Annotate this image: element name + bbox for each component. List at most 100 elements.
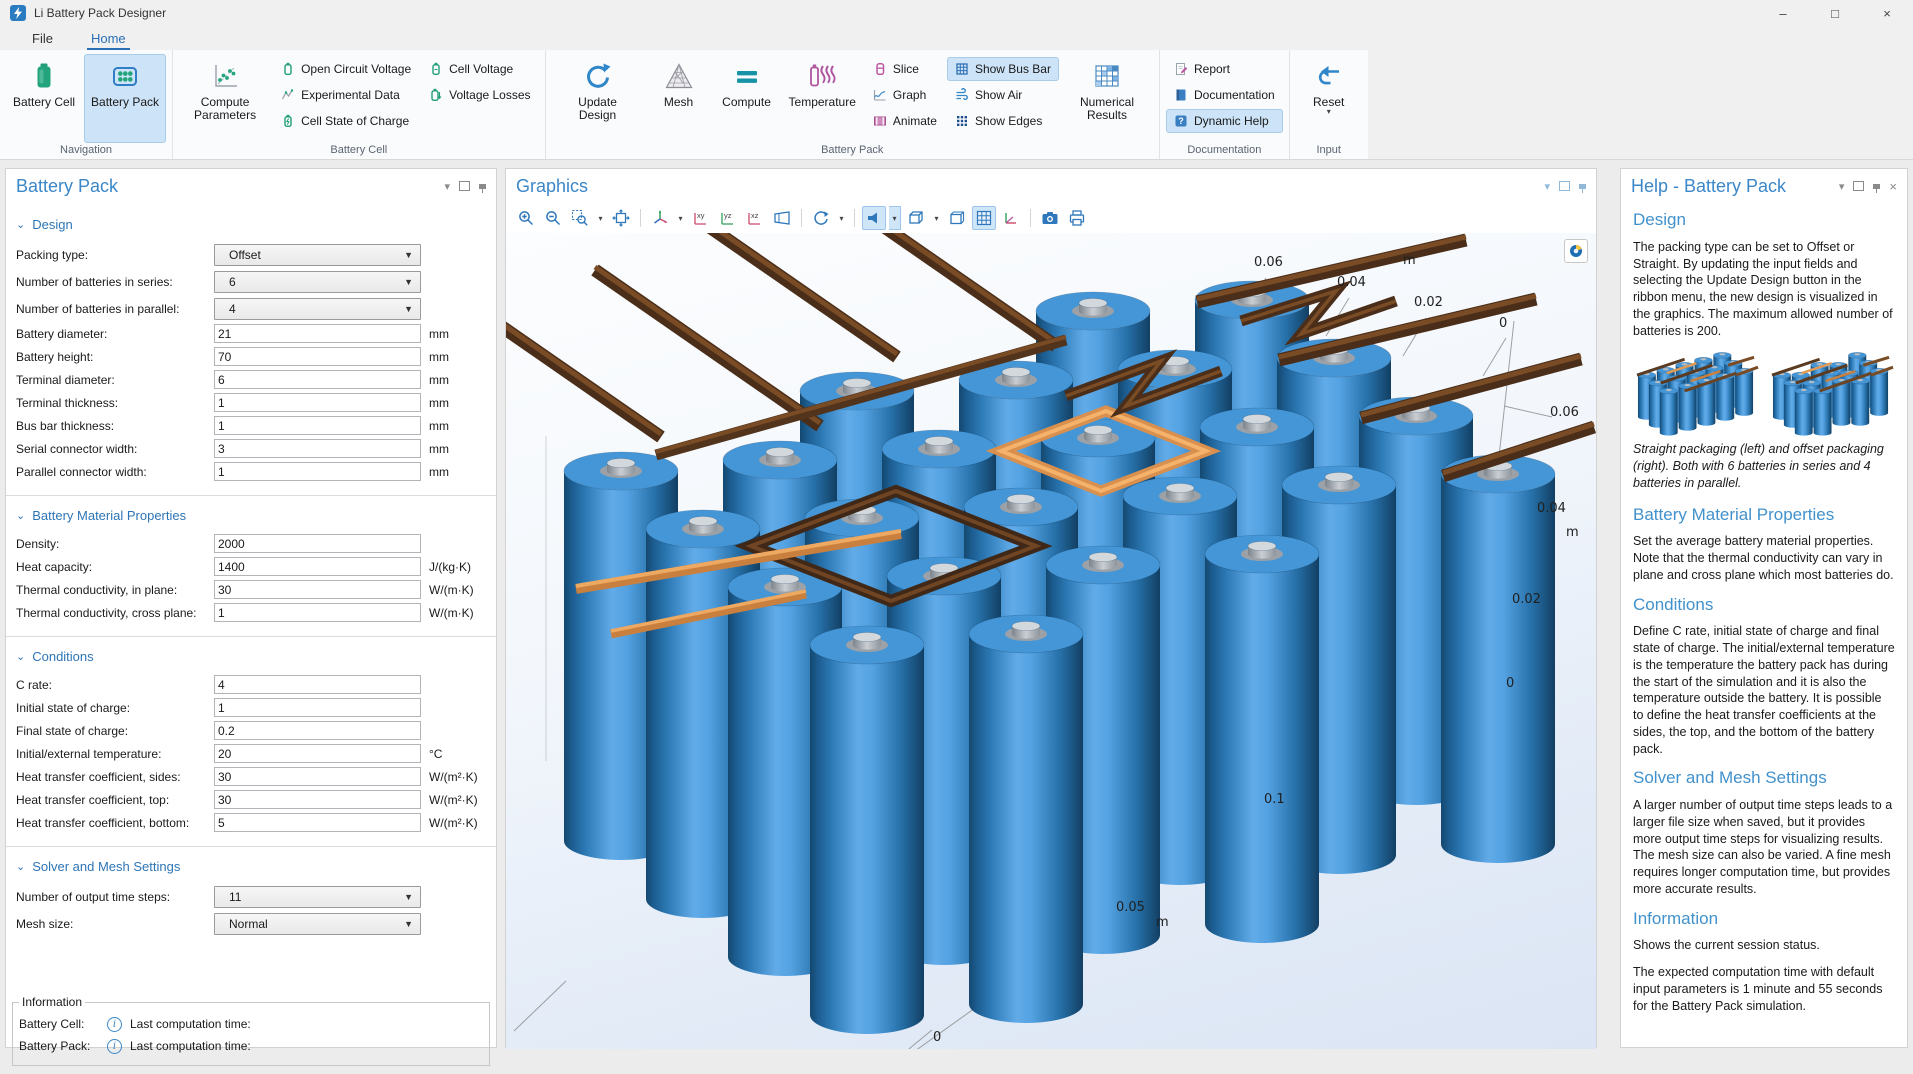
chevron-down-icon[interactable]: ▾ (1839, 180, 1845, 193)
cell-voltage-button[interactable]: Cell Voltage (421, 57, 538, 81)
chevron-down-icon[interactable]: ▾ (1544, 180, 1550, 193)
yz-view-button[interactable]: yz (716, 206, 740, 230)
zoom-box-button[interactable] (568, 206, 592, 230)
xz-view-button[interactable]: xz (743, 206, 767, 230)
dynamic-help-button[interactable]: ? Dynamic Help (1166, 109, 1283, 133)
scene-light-menu-caret[interactable]: ▾ (889, 206, 901, 230)
info-icon[interactable]: i (107, 1039, 122, 1054)
chevron-down-icon: ⌄ (16, 509, 25, 522)
output-time-steps-select[interactable]: 11▼ (214, 886, 421, 908)
section-conditions[interactable]: ⌄Conditions (6, 637, 496, 673)
battery-height-input[interactable] (214, 347, 421, 366)
graph-button[interactable]: Graph (865, 83, 945, 107)
c-rate-input[interactable] (214, 675, 421, 694)
axis-label: 0 (1506, 676, 1514, 691)
battery-cell-button[interactable]: Battery Cell (6, 54, 82, 143)
reset-button[interactable]: Reset ▾ (1296, 54, 1362, 143)
slice-button[interactable]: Slice (865, 57, 945, 81)
report-button[interactable]: Report (1166, 57, 1283, 81)
density-input[interactable] (214, 534, 421, 553)
experimental-data-button[interactable]: Experimental Data (273, 83, 419, 107)
perspective-button[interactable] (770, 206, 794, 230)
temperature-button[interactable]: Temperature (782, 54, 863, 143)
show-edges-button[interactable]: Show Edges (947, 109, 1059, 133)
mesh-button[interactable]: Mesh (646, 54, 712, 143)
section-design[interactable]: ⌄Design (6, 205, 496, 241)
packing-type-select[interactable]: Offset▼ (214, 244, 421, 266)
scene-light-button[interactable] (862, 206, 886, 230)
heat-transfer-top-input[interactable] (214, 790, 421, 809)
heat-transfer-sides-input[interactable] (214, 767, 421, 786)
axis-label: 0 (1499, 316, 1507, 331)
section-battery-material-properties[interactable]: ⌄Battery Material Properties (6, 496, 496, 532)
documentation-button[interactable]: Documentation (1166, 83, 1283, 107)
bus-bar-thickness-input[interactable] (214, 416, 421, 435)
final-state-of-charge-input[interactable] (214, 721, 421, 740)
print-button[interactable] (1065, 206, 1089, 230)
update-design-button[interactable]: Update Design (552, 54, 644, 143)
batteries-in-parallel-select[interactable]: 4▼ (214, 298, 421, 320)
view-options-menu-caret[interactable]: ▾ (931, 207, 942, 229)
view-options-button[interactable] (904, 206, 928, 230)
initial-state-of-charge-input[interactable] (214, 698, 421, 717)
maximize-button[interactable]: □ (1809, 0, 1861, 26)
mesh-size-select[interactable]: Normal▼ (214, 913, 421, 935)
show-axes-button[interactable] (999, 206, 1023, 230)
zoom-out-button[interactable] (541, 206, 565, 230)
xy-view-button[interactable]: xy (689, 206, 713, 230)
close-icon[interactable]: × (1889, 179, 1897, 194)
show-bus-bar-button[interactable]: Show Bus Bar (947, 57, 1059, 81)
thermal-conductivity-cross-plane-input[interactable] (214, 603, 421, 622)
show-box-button[interactable] (945, 206, 969, 230)
pin-icon[interactable] (1873, 184, 1880, 189)
chevron-down-icon[interactable]: ▾ (444, 180, 450, 193)
animate-button[interactable]: Animate (865, 109, 945, 133)
zoom-box-menu-caret[interactable]: ▾ (595, 207, 606, 229)
float-panel-icon[interactable] (1853, 181, 1864, 191)
battery-diameter-input[interactable] (214, 324, 421, 343)
default-view-menu-caret[interactable]: ▾ (675, 207, 686, 229)
batteries-in-series-select[interactable]: 6▼ (214, 271, 421, 293)
pin-icon[interactable] (479, 184, 486, 189)
heat-transfer-bottom-input[interactable] (214, 813, 421, 832)
comsol-logo-button[interactable] (1564, 239, 1588, 263)
rotate-menu-caret[interactable]: ▾ (836, 207, 847, 229)
open-circuit-voltage-button[interactable]: Open Circuit Voltage (273, 57, 419, 81)
zoom-extents-button[interactable] (609, 206, 633, 230)
field-row: Heat transfer coefficient, sides: W/(m²·… (6, 765, 496, 788)
rotate-button[interactable] (809, 206, 833, 230)
float-panel-icon[interactable] (459, 181, 470, 191)
battery-pack-button[interactable]: Battery Pack (84, 54, 166, 143)
tab-home[interactable]: Home (87, 29, 130, 50)
info-icon[interactable]: i (107, 1017, 122, 1032)
compute-button[interactable]: Compute (714, 54, 780, 143)
terminal-diameter-input[interactable] (214, 370, 421, 389)
serial-connector-width-input[interactable] (214, 439, 421, 458)
snapshot-button[interactable] (1038, 206, 1062, 230)
help-text: The expected computation time with defau… (1633, 964, 1895, 1014)
field-row: Battery height: mm (6, 345, 496, 368)
panel-title: Graphics (516, 176, 588, 197)
cell-state-of-charge-button[interactable]: Cell State of Charge (273, 109, 419, 133)
minimize-button[interactable]: – (1757, 0, 1809, 26)
thermal-conductivity-in-plane-input[interactable] (214, 580, 421, 599)
float-panel-icon[interactable] (1559, 181, 1570, 191)
compute-parameters-button[interactable]: Compute Parameters (179, 54, 271, 143)
section-solver-and-mesh[interactable]: ⌄Solver and Mesh Settings (6, 847, 496, 883)
zoom-in-button[interactable] (514, 206, 538, 230)
initial-external-temperature-input[interactable] (214, 744, 421, 763)
graphics-canvas[interactable]: 0.06 0.04 0.02 m 0 0.06 0.04 m 0.02 0 0.… (506, 233, 1596, 1049)
heat-capacity-input[interactable] (214, 557, 421, 576)
field-row: Final state of charge: (6, 719, 496, 742)
parallel-connector-width-input[interactable] (214, 462, 421, 481)
tab-file[interactable]: File (28, 29, 57, 50)
show-air-button[interactable]: Show Air (947, 83, 1059, 107)
show-grid-button[interactable] (972, 206, 996, 230)
ribbon-group-label: Input (1290, 143, 1368, 159)
default-view-button[interactable] (648, 206, 672, 230)
numerical-results-button[interactable]: Numerical Results (1061, 54, 1153, 143)
close-button[interactable]: × (1861, 0, 1913, 26)
voltage-losses-button[interactable]: Voltage Losses (421, 83, 538, 107)
terminal-thickness-input[interactable] (214, 393, 421, 412)
pin-icon[interactable] (1579, 184, 1586, 189)
